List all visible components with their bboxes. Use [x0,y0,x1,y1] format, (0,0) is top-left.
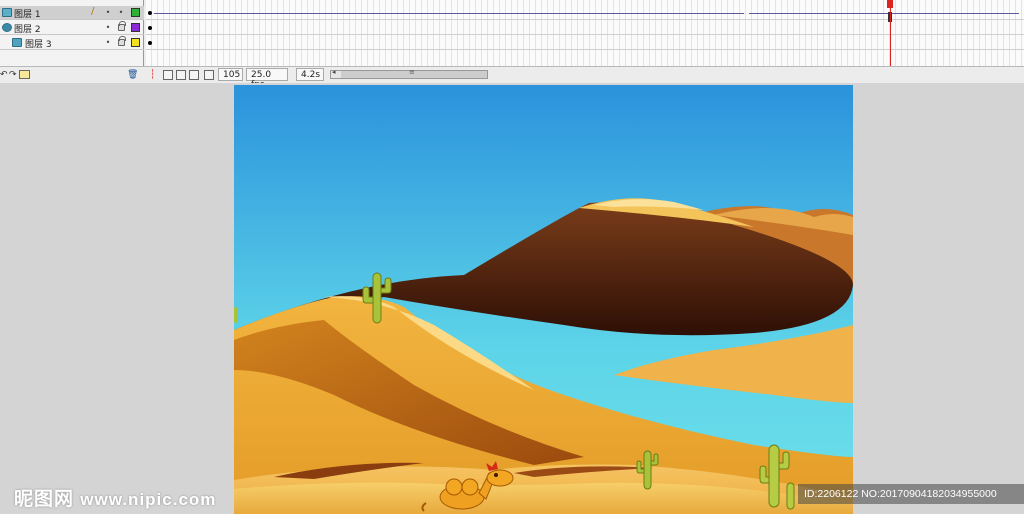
layer-name: 图层 3 [25,40,52,50]
timeline-scrollbar[interactable]: ◂ ≡ [330,68,488,79]
cactus [234,307,238,323]
pencil-icon: / [91,6,95,17]
current-frame-field[interactable]: 105 [218,68,243,81]
frame-rate-field[interactable]: 25.0 fps [246,68,288,90]
layer-row-2[interactable]: 图层 2 • [0,21,144,35]
grip-icon: ≡ [409,68,415,76]
watermark-logo-text: 昵图网 [14,489,75,510]
onion-skin-icon[interactable] [163,70,173,80]
add-folder-icon[interactable] [19,70,30,79]
onion-outline-icon[interactable] [176,70,186,80]
keyframe-marker[interactable] [148,11,152,15]
layer-icon [2,8,12,17]
visibility-dot[interactable]: • [104,38,112,47]
scroll-thumb[interactable]: ≡ [341,68,487,78]
visibility-dot[interactable]: • [104,23,112,32]
lock-icon[interactable] [118,36,126,46]
desert-scene [234,85,853,514]
timeline-footer: ↶ ↷ 🗑 ┆ 105 25.0 fps 4.2s ◂ ≡ [0,66,1024,90]
tween-line [749,13,1019,14]
layer-row-3[interactable]: 图层 3 • [0,36,144,50]
keyframe-marker[interactable] [148,41,152,45]
frame-track-layer-3[interactable] [146,36,1024,50]
lock-dot[interactable]: • [117,8,125,17]
masked-layer-icon [12,38,22,47]
layer-color-swatch[interactable] [131,23,140,32]
add-layer-icon[interactable]: ↶ [0,70,8,80]
frame-grid[interactable] [146,0,1024,66]
mask-layer-icon [2,23,12,32]
watermark-logo: 昵图网 www.nipic.com [14,484,216,511]
lock-icon[interactable] [118,21,126,31]
add-guide-layer-icon[interactable]: ↷ [9,70,17,80]
playhead-line [890,0,891,66]
frame-track-layer-2[interactable] [146,21,1024,35]
layer-list: 图层 1 / • • 图层 2 • 图层 3 • [0,0,144,66]
modify-markers-icon[interactable] [204,70,214,80]
stage-area [0,83,1024,514]
watermark-id: ID:2206122 NO:20170904182034955000 [798,484,1024,504]
keyframe-marker[interactable] [148,26,152,30]
layer-color-swatch[interactable] [131,38,140,47]
layer-name: 图层 1 [14,10,41,20]
trash-icon[interactable]: 🗑 [127,70,138,80]
tween-line [154,13,744,14]
layer-row-1[interactable]: 图层 1 / • • [0,6,144,20]
visibility-dot[interactable]: • [104,8,112,17]
layer-color-swatch[interactable] [131,8,140,17]
elapsed-time-field[interactable]: 4.2s [296,68,324,81]
scroll-left-arrow-icon[interactable]: ◂ [332,68,336,76]
layer-name: 图层 2 [14,25,41,35]
stage-canvas[interactable] [234,85,853,514]
timeline-panel: 图层 1 / • • 图层 2 • 图层 3 • ↶ ↷ 🗑 ┆ 105 25.… [0,0,1024,90]
watermark-url: www.nipic.com [80,490,217,509]
edit-multiple-frames-icon[interactable] [189,70,199,80]
frame-track-layer-1[interactable] [146,6,1024,22]
center-frame-icon[interactable]: ┆ [150,70,155,80]
